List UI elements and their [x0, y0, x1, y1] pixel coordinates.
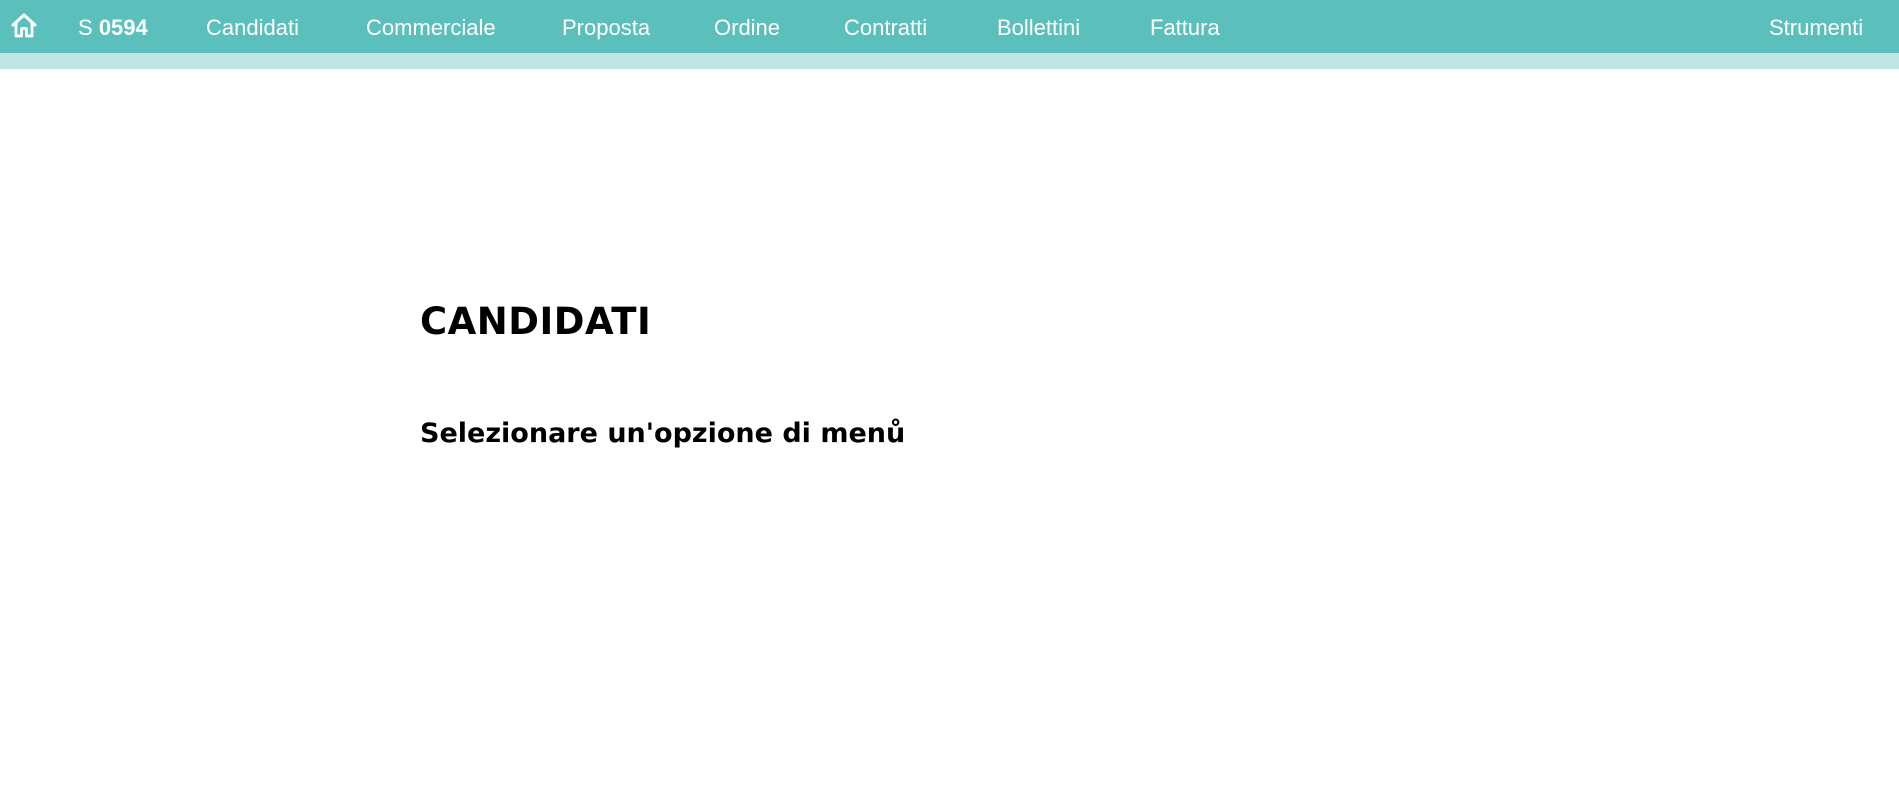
nav-item-bollettini[interactable]: Bollettini: [997, 0, 1080, 53]
nav-item-commerciale[interactable]: Commerciale: [366, 0, 496, 53]
page-title: CANDIDATI: [420, 300, 652, 343]
brand-number: 0594: [98, 15, 148, 40]
home-icon[interactable]: [10, 12, 38, 38]
nav-item-strumenti[interactable]: Strumenti: [1769, 0, 1863, 53]
site-brand[interactable]: S 0594: [78, 0, 148, 53]
sub-navigation-strip: [0, 53, 1899, 69]
nav-item-candidati[interactable]: Candidati: [206, 0, 299, 53]
nav-item-fattura[interactable]: Fattura: [1150, 0, 1220, 53]
brand-prefix: S: [78, 15, 93, 40]
top-navigation-bar: S 0594 Candidati Commerciale Proposta Or…: [0, 0, 1899, 53]
nav-item-contratti[interactable]: Contratti: [844, 0, 927, 53]
nav-item-ordine[interactable]: Ordine: [714, 0, 780, 53]
nav-item-proposta[interactable]: Proposta: [562, 0, 650, 53]
page-subtitle: Selezionare un'opzione di menů: [420, 418, 906, 449]
